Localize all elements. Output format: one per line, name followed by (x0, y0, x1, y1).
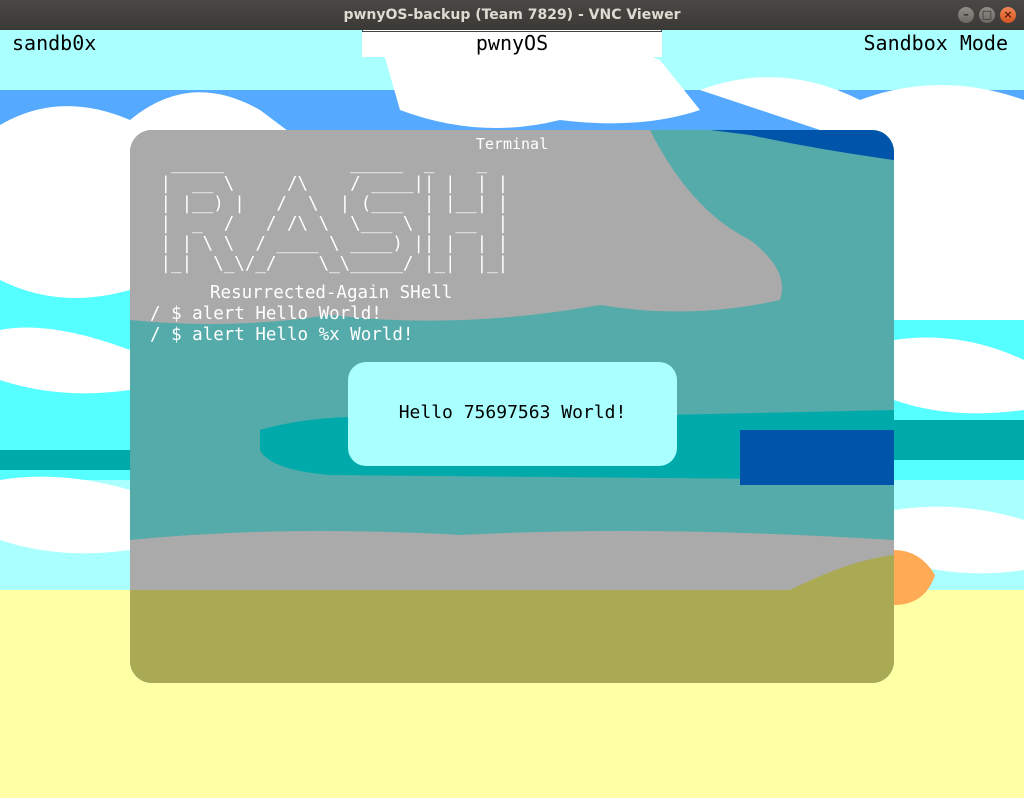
rash-ascii-logo: _____ _____ _ _ | __ \ /\ / ____|| | | |… (160, 154, 509, 274)
shell-subtitle: Resurrected-Again SHell (210, 283, 453, 303)
window-controls: – □ × (958, 7, 1016, 23)
terminal-window[interactable]: Terminal _____ _____ _ _ | __ \ /\ / ___… (130, 130, 894, 683)
alert-dialog[interactable]: Hello 75697563 World! (348, 362, 677, 466)
maximize-button[interactable]: □ (979, 7, 995, 23)
mode-label: Sandbox Mode (863, 31, 1009, 55)
minimize-button[interactable]: – (958, 7, 974, 23)
os-name-label: pwnyOS (362, 30, 662, 57)
window-title: pwnyOS-backup (Team 7829) - VNC Viewer (343, 7, 681, 23)
hostname-label: sandb0x (12, 31, 97, 55)
terminal-command-line: / $ alert Hello %x World! (150, 325, 414, 345)
pwnyos-desktop: sandb0x pwnyOS Sandbox Mode Terminal ___… (0, 30, 1024, 798)
terminal-title: Terminal (475, 135, 549, 153)
terminal-command-line: / $ alert Hello World! (150, 304, 382, 324)
vnc-viewer-window: pwnyOS-backup (Team 7829) - VNC Viewer –… (0, 0, 1024, 798)
os-name-tab-border (362, 30, 662, 32)
os-topbar: sandb0x pwnyOS Sandbox Mode (0, 30, 1024, 57)
close-button[interactable]: × (1000, 7, 1016, 23)
window-titlebar[interactable]: pwnyOS-backup (Team 7829) - VNC Viewer –… (0, 0, 1024, 30)
alert-message: Hello 75697563 World! (398, 402, 627, 423)
